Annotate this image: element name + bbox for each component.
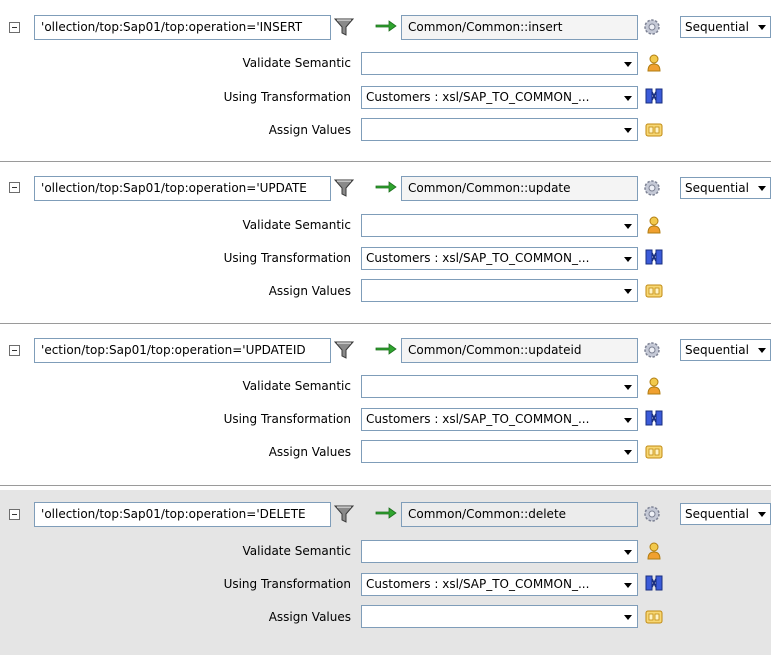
target-operation-field[interactable]: Common/Common::delete [401, 502, 638, 527]
transformation-map-icon[interactable] [644, 247, 664, 267]
green-arrow-icon [375, 507, 397, 519]
validate-semantic-select[interactable] [361, 214, 638, 237]
assign-values-label: Assign Values [268, 445, 351, 459]
validate-semantic-select[interactable] [361, 52, 638, 75]
green-arrow-icon [375, 181, 397, 193]
routing-rule-panel: ollection/top:Sap01/top:operation='UPDAT… [0, 162, 771, 324]
assign-values-select[interactable] [361, 605, 638, 628]
gear-icon[interactable] [642, 178, 662, 198]
chevron-down-icon [624, 128, 632, 133]
routing-rule-panel: ection/top:Sap01/top:operation='UPDATEID… [0, 324, 771, 486]
filter-expression-field[interactable]: ection/top:Sap01/top:operation='UPDATEID… [34, 338, 331, 363]
assign-values-label: Assign Values [268, 284, 351, 298]
assign-values-icon[interactable] [645, 443, 663, 461]
chevron-down-icon [758, 512, 766, 517]
filter-funnel-icon[interactable] [333, 16, 355, 38]
collapse-minus-icon[interactable] [9, 345, 20, 356]
routing-rule-panel: ollection/top:Sap01/top:operation='INSER… [0, 0, 771, 162]
execution-mode-value: Sequential [685, 343, 749, 357]
filter-expression-field[interactable]: ollection/top:Sap01/top:operation='INSER… [34, 15, 331, 40]
chevron-down-icon [624, 385, 632, 390]
filter-expression-field[interactable]: ollection/top:Sap01/top:operation='DELET… [34, 502, 331, 527]
green-arrow-icon [375, 20, 397, 32]
using-transformation-label: Using Transformation [223, 251, 351, 265]
execution-mode-value: Sequential [685, 181, 749, 195]
chevron-down-icon [758, 348, 766, 353]
person-icon[interactable] [646, 376, 662, 396]
transformation-select[interactable]: Customers : xsl/SAP_TO_COMMON_... [361, 408, 638, 431]
assign-values-label: Assign Values [268, 610, 351, 624]
transformation-map-icon[interactable] [644, 408, 664, 428]
chevron-down-icon [624, 615, 632, 620]
transformation-select[interactable]: Customers : xsl/SAP_TO_COMMON_... [361, 573, 638, 596]
person-icon[interactable] [646, 541, 662, 561]
transformation-select[interactable]: Customers : xsl/SAP_TO_COMMON_... [361, 247, 638, 270]
chevron-down-icon [758, 186, 766, 191]
execution-mode-select[interactable]: Sequential [680, 339, 771, 361]
transformation-map-icon[interactable] [644, 86, 664, 106]
validate-semantic-label: Validate Semantic [242, 544, 351, 558]
chevron-down-icon [758, 25, 766, 30]
filter-funnel-icon[interactable] [333, 503, 355, 525]
execution-mode-select[interactable]: Sequential [680, 503, 771, 525]
using-transformation-label: Using Transformation [223, 577, 351, 591]
filter-funnel-icon[interactable] [333, 177, 355, 199]
assign-values-label: Assign Values [268, 123, 351, 137]
chevron-down-icon [624, 289, 632, 294]
chevron-down-icon [624, 62, 632, 67]
routing-rule-panel-selected: ollection/top:Sap01/top:operation='DELET… [0, 490, 771, 655]
assign-values-select[interactable] [361, 279, 638, 302]
validate-semantic-select[interactable] [361, 375, 638, 398]
filter-funnel-icon[interactable] [333, 339, 355, 361]
chevron-down-icon [624, 418, 632, 423]
person-icon[interactable] [646, 53, 662, 73]
execution-mode-select[interactable]: Sequential [680, 177, 771, 199]
execution-mode-value: Sequential [685, 20, 749, 34]
chevron-down-icon [624, 96, 632, 101]
green-arrow-icon [375, 343, 397, 355]
chevron-down-icon [624, 450, 632, 455]
assign-values-select[interactable] [361, 440, 638, 463]
using-transformation-label: Using Transformation [223, 412, 351, 426]
target-operation-field[interactable]: Common/Common::insert [401, 15, 638, 40]
transformation-map-icon[interactable] [644, 573, 664, 593]
filter-expression-field[interactable]: ollection/top:Sap01/top:operation='UPDAT… [34, 176, 331, 201]
chevron-down-icon [624, 550, 632, 555]
using-transformation-label: Using Transformation [223, 90, 351, 104]
collapse-minus-icon[interactable] [9, 182, 20, 193]
assign-values-select[interactable] [361, 118, 638, 141]
chevron-down-icon [624, 224, 632, 229]
validate-semantic-select[interactable] [361, 540, 638, 563]
transformation-select[interactable]: Customers : xsl/SAP_TO_COMMON_... [361, 86, 638, 109]
assign-values-icon[interactable] [645, 608, 663, 626]
execution-mode-select[interactable]: Sequential [680, 16, 771, 38]
validate-semantic-label: Validate Semantic [242, 379, 351, 393]
validate-semantic-label: Validate Semantic [242, 56, 351, 70]
collapse-minus-icon[interactable] [9, 22, 20, 33]
gear-icon[interactable] [642, 17, 662, 37]
assign-values-icon[interactable] [645, 121, 663, 139]
transformation-value: Customers : xsl/SAP_TO_COMMON_... [366, 251, 590, 265]
validate-semantic-label: Validate Semantic [242, 218, 351, 232]
target-operation-field[interactable]: Common/Common::updateid [401, 338, 638, 363]
chevron-down-icon [624, 583, 632, 588]
chevron-down-icon [624, 257, 632, 262]
gear-icon[interactable] [642, 504, 662, 524]
collapse-minus-icon[interactable] [9, 509, 20, 520]
transformation-value: Customers : xsl/SAP_TO_COMMON_... [366, 90, 590, 104]
target-operation-field[interactable]: Common/Common::update [401, 176, 638, 201]
gear-icon[interactable] [642, 340, 662, 360]
transformation-value: Customers : xsl/SAP_TO_COMMON_... [366, 577, 590, 591]
assign-values-icon[interactable] [645, 282, 663, 300]
execution-mode-value: Sequential [685, 507, 749, 521]
transformation-value: Customers : xsl/SAP_TO_COMMON_... [366, 412, 590, 426]
person-icon[interactable] [646, 215, 662, 235]
